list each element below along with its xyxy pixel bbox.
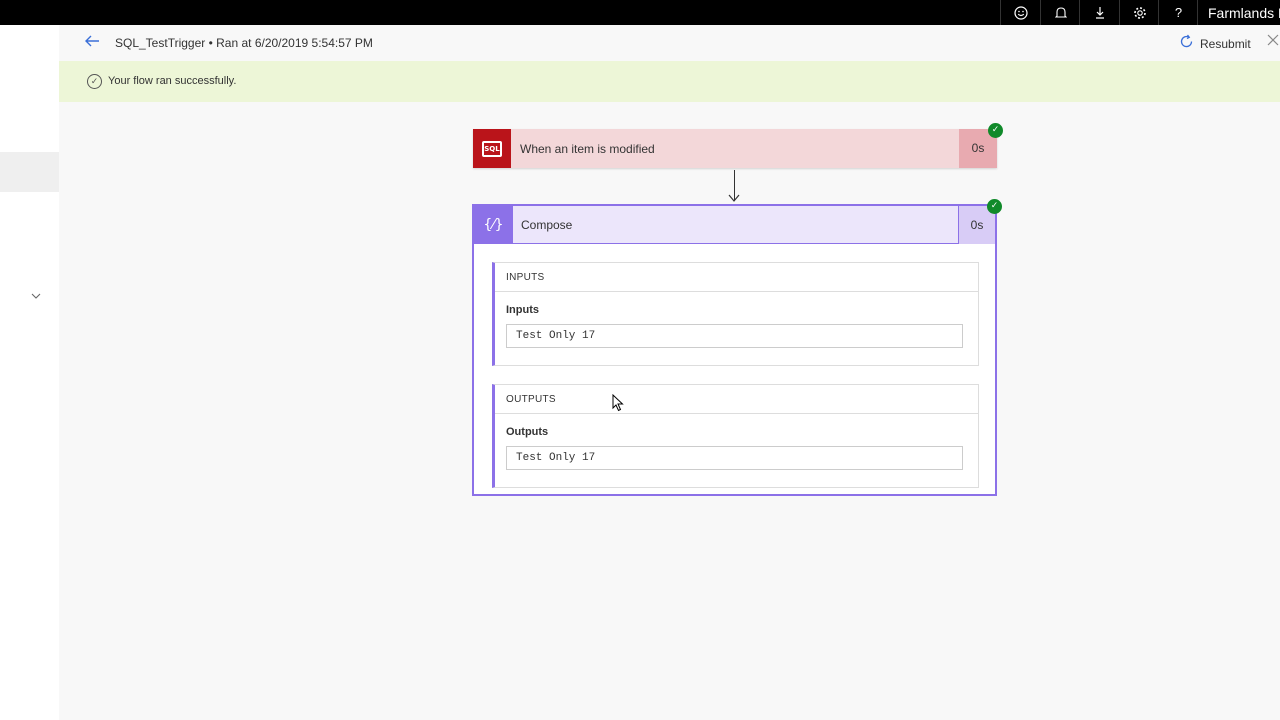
- arrow-down-icon: [728, 194, 740, 202]
- refresh-icon: [1179, 34, 1194, 54]
- page-title: SQL_TestTrigger • Ran at 6/20/2019 5:54:…: [115, 36, 373, 50]
- success-message: Your flow ran successfully.: [108, 75, 237, 87]
- trigger-label: When an item is modified: [520, 142, 655, 156]
- smiley-icon[interactable]: [1000, 0, 1040, 25]
- org-name[interactable]: Farmlands Po: [1197, 0, 1280, 25]
- compose-header[interactable]: {⁄} Compose 0s: [474, 206, 995, 244]
- outputs-header: OUTPUTS: [495, 385, 978, 414]
- run-header: SQL_TestTrigger • Ran at 6/20/2019 5:54:…: [59, 25, 1280, 61]
- compose-label: Compose: [521, 218, 573, 232]
- resubmit-label: Resubmit: [1200, 37, 1251, 51]
- inputs-value[interactable]: Test Only 17: [506, 324, 963, 348]
- top-bar: ? Farmlands Po: [0, 0, 1280, 25]
- success-banner: ✓ Your flow ran successfully.: [59, 61, 1280, 102]
- mouse-cursor-icon: [612, 394, 624, 412]
- compose-card: {⁄} Compose 0s INPUTS Inputs Test Only 1…: [472, 204, 997, 496]
- nav-item-selected[interactable]: [0, 152, 59, 192]
- left-nav-rail: [0, 25, 59, 720]
- close-icon[interactable]: [1267, 33, 1279, 51]
- inputs-header: INPUTS: [495, 263, 978, 292]
- outputs-field-label: Outputs: [506, 426, 549, 438]
- inputs-field-label: Inputs: [506, 304, 539, 316]
- check-circle-icon: ✓: [87, 74, 102, 89]
- sql-server-icon: SQL: [473, 129, 511, 168]
- arrow-left-icon[interactable]: [84, 31, 100, 53]
- outputs-value[interactable]: Test Only 17: [506, 446, 963, 470]
- resubmit-button[interactable]: Resubmit: [1179, 34, 1251, 54]
- success-check-icon: ✓: [988, 123, 1003, 138]
- gear-icon[interactable]: [1119, 0, 1159, 25]
- help-icon[interactable]: ?: [1158, 0, 1198, 25]
- success-check-icon: ✓: [987, 199, 1002, 214]
- chevron-down-icon[interactable]: [31, 290, 41, 302]
- download-icon[interactable]: [1079, 0, 1119, 25]
- trigger-card[interactable]: SQL When an item is modified 0s: [473, 129, 997, 168]
- braces-icon: {⁄}: [474, 206, 513, 244]
- inputs-section: INPUTS Inputs Test Only 17: [492, 262, 979, 366]
- outputs-section: OUTPUTS Outputs Test Only 17: [492, 384, 979, 488]
- bell-icon[interactable]: [1040, 0, 1080, 25]
